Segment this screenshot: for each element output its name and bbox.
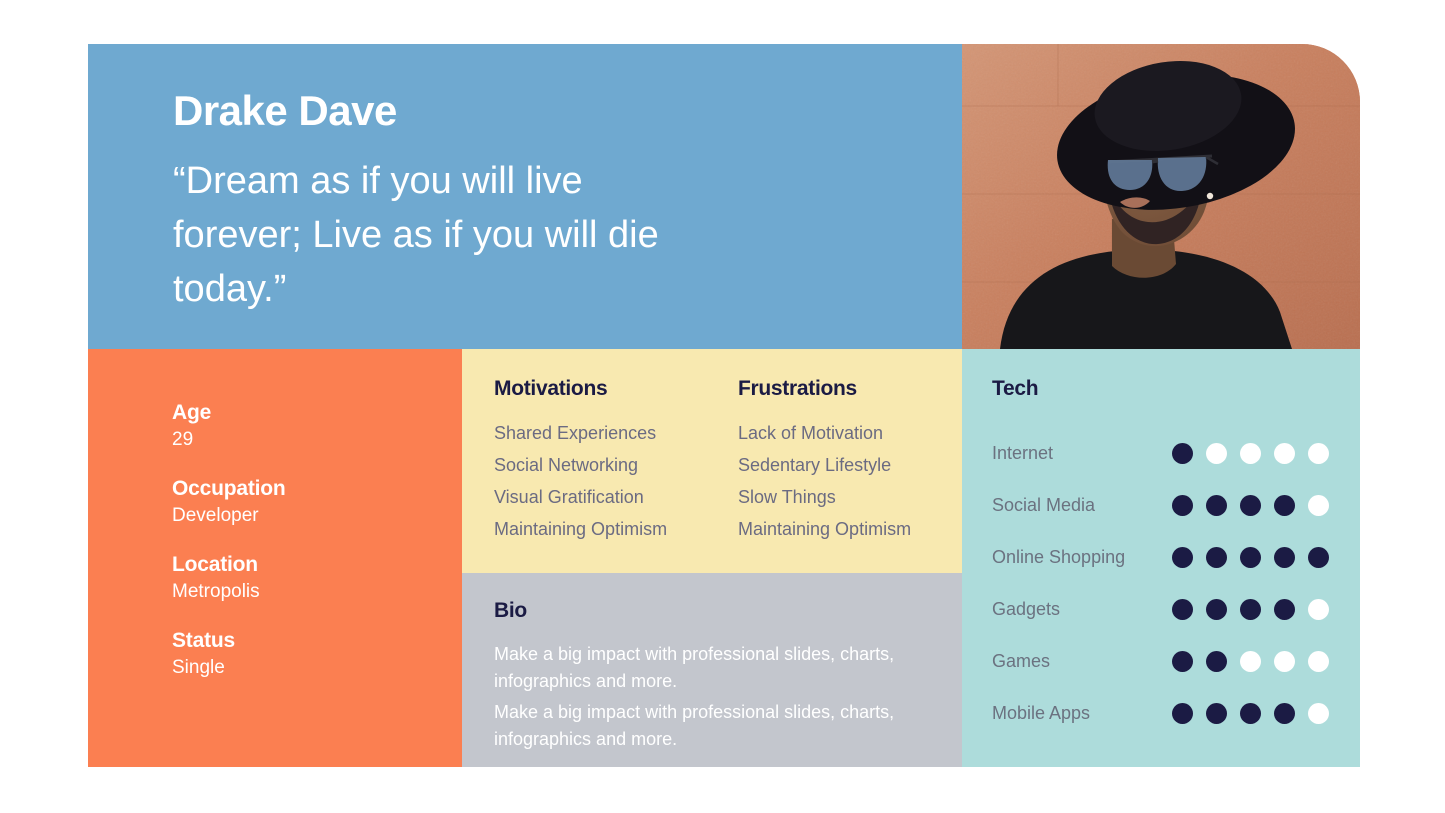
tech-rating-row: Internet — [992, 427, 1360, 479]
persona-quote: “Dream as if you will live forever; Live… — [173, 160, 659, 310]
persona-header: Drake Dave “Dream as if you will live fo… — [88, 44, 962, 349]
rating-dot-filled — [1172, 546, 1193, 568]
tech-rating-label: Internet — [992, 442, 1054, 463]
tech-rating-row: Gadgets — [992, 583, 1360, 635]
motivation-item: Social Networking — [494, 455, 639, 475]
rating-dot-filled — [1206, 598, 1227, 620]
frustration-item: Sedentary Lifestyle — [738, 455, 892, 475]
tech-rating-label: Social Media — [992, 494, 1096, 515]
motivations-heading: Motivations — [494, 377, 608, 400]
tech-panel: Tech Internet Social Media Online Shopping… — [962, 349, 1360, 767]
tech-rating-dots — [1172, 546, 1329, 568]
demographics-panel: Age 29 Occupation Developer Location Met… — [88, 349, 462, 767]
tech-rating-label: Online Shopping — [992, 546, 1126, 567]
rating-dot-empty — [1240, 442, 1261, 464]
demographic-label-location: Location — [172, 553, 258, 576]
rating-dot-filled — [1172, 442, 1193, 464]
tech-rating-row: Games — [992, 635, 1360, 687]
tech-rating-dots — [1172, 650, 1329, 672]
rating-dot-filled — [1172, 494, 1193, 516]
demographic-label-status: Status — [172, 629, 235, 652]
rating-dot-filled — [1240, 702, 1261, 724]
tech-rating-dots — [1172, 598, 1329, 620]
rating-dot-filled — [1240, 598, 1261, 620]
tech-rating-label: Mobile Apps — [992, 702, 1091, 723]
rating-dot-filled — [1172, 702, 1193, 724]
persona-photo — [962, 44, 1360, 349]
frustration-item: Maintaining Optimism — [738, 519, 912, 539]
rating-dot-filled — [1274, 598, 1295, 620]
rating-dot-empty — [1308, 650, 1329, 672]
tech-rating-row: Social Media — [992, 479, 1360, 531]
bio-heading: Bio — [494, 599, 527, 622]
tech-rating-dots — [1172, 442, 1329, 464]
tech-rating-row: Mobile Apps — [992, 687, 1360, 739]
frustrations-heading: Frustrations — [738, 377, 857, 400]
rating-dot-filled — [1274, 702, 1295, 724]
portrait-photo-illustration — [962, 44, 1360, 349]
tech-heading: Tech — [992, 377, 1039, 400]
rating-dot-filled — [1172, 650, 1193, 672]
demographic-value-age: 29 — [172, 429, 194, 450]
page-title: Drake Dave — [173, 87, 397, 134]
demographic-label-occupation: Occupation — [172, 477, 286, 500]
tech-rating-label: Gadgets — [992, 598, 1061, 619]
bio-panel: Bio Make a big impact with professional … — [462, 573, 982, 767]
middle-column: Motivations Shared Experiences Social Ne… — [462, 349, 982, 767]
demographic-value-status: Single — [172, 657, 225, 678]
demographic-value-location: Metropolis — [172, 581, 260, 602]
tech-rating-label: Games — [992, 650, 1051, 671]
demographic-value-occupation: Developer — [172, 505, 259, 526]
frustrations-column: Frustrations Lack of Motivation Sedentar… — [738, 377, 982, 573]
rating-dot-filled — [1206, 650, 1227, 672]
rating-dot-empty — [1308, 442, 1329, 464]
tech-rating-dots — [1172, 702, 1329, 724]
rating-dot-filled — [1240, 494, 1261, 516]
motivation-item: Shared Experiences — [494, 423, 657, 443]
rating-dot-filled — [1172, 598, 1193, 620]
rating-dot-filled — [1206, 494, 1227, 516]
persona-card: Drake Dave “Dream as if you will live fo… — [88, 44, 1360, 767]
rating-dot-empty — [1308, 494, 1329, 516]
rating-dot-filled — [1240, 546, 1261, 568]
motivation-item: Maintaining Optimism — [494, 519, 668, 539]
frustration-item: Lack of Motivation — [738, 423, 884, 443]
rating-dot-filled — [1274, 494, 1295, 516]
motivations-column: Motivations Shared Experiences Social Ne… — [494, 377, 738, 573]
rating-dot-filled — [1206, 546, 1227, 568]
rating-dot-empty — [1308, 702, 1329, 724]
motivation-item: Visual Gratification — [494, 487, 644, 507]
rating-dot-empty — [1240, 650, 1261, 672]
bio-paragraph: Make a big impact with professional slid… — [494, 702, 895, 749]
rating-dot-empty — [1206, 442, 1227, 464]
frustration-item: Slow Things — [738, 487, 836, 507]
rating-dot-filled — [1206, 702, 1227, 724]
tech-rating-dots — [1172, 494, 1329, 516]
rating-dot-empty — [1274, 650, 1295, 672]
rating-dot-filled — [1274, 546, 1295, 568]
bio-paragraph: Make a big impact with professional slid… — [494, 644, 895, 691]
tech-rating-list: Internet Social Media Online Shopping Gadge… — [992, 427, 1360, 739]
rating-dot-empty — [1274, 442, 1295, 464]
motivations-frustrations-panel: Motivations Shared Experiences Social Ne… — [462, 349, 982, 573]
tech-rating-row: Online Shopping — [992, 531, 1360, 583]
demographic-label-age: Age — [172, 401, 212, 424]
rating-dot-empty — [1308, 598, 1329, 620]
rating-dot-filled — [1308, 546, 1329, 568]
